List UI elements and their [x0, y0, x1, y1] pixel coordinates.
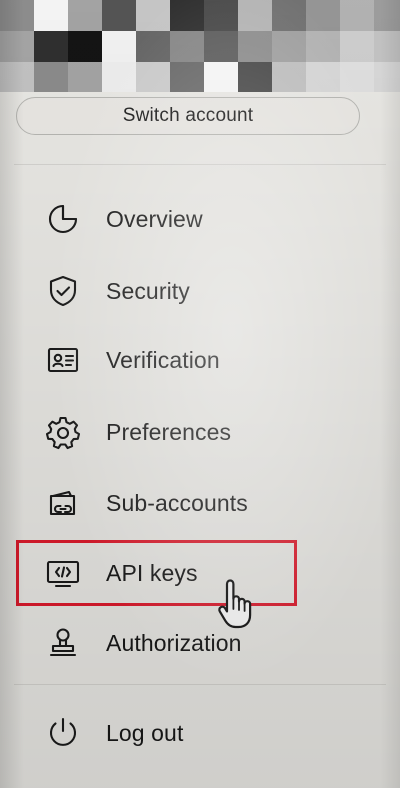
redacted-pixel — [102, 62, 136, 92]
gear-icon — [44, 413, 82, 451]
redacted-pixel — [136, 0, 170, 31]
redacted-pixel — [0, 62, 34, 92]
redacted-pixel — [102, 0, 136, 31]
redacted-pixel — [68, 31, 102, 62]
logout-button[interactable]: Log out — [24, 704, 364, 762]
redacted-pixel — [238, 0, 272, 31]
pointer-hand-icon — [215, 578, 257, 630]
switch-account-button[interactable]: Switch account — [16, 97, 360, 135]
menu-item-label: Authorization — [106, 629, 242, 656]
menu-item-overview[interactable]: Overview — [24, 190, 364, 248]
redacted-pixel — [238, 31, 272, 62]
id-card-icon — [44, 341, 82, 379]
redacted-pixel — [374, 62, 400, 92]
menu-item-label: Sub-accounts — [106, 489, 248, 516]
menu-item-label: Preferences — [106, 418, 232, 445]
redacted-pixel — [204, 31, 238, 62]
redacted-pixel — [34, 0, 68, 31]
api-monitor-icon — [44, 554, 82, 592]
redacted-profile-header — [0, 0, 400, 92]
redacted-pixel — [272, 31, 306, 62]
power-icon — [44, 714, 82, 752]
logout-label: Log out — [106, 719, 184, 746]
pie-chart-icon — [44, 200, 82, 238]
redacted-pixel — [204, 62, 238, 92]
redacted-pixel — [102, 31, 136, 62]
redacted-pixel — [0, 0, 34, 31]
shield-check-icon — [44, 272, 82, 310]
redacted-pixel — [34, 31, 68, 62]
menu-item-security[interactable]: Security — [24, 262, 364, 320]
redacted-pixel — [340, 0, 374, 31]
stamp-icon — [44, 624, 82, 662]
menu-item-label: API keys — [106, 559, 198, 586]
redacted-pixel — [272, 0, 306, 31]
redacted-pixel — [68, 62, 102, 92]
menu-item-api-keys[interactable]: API keys — [24, 544, 364, 602]
redacted-pixel — [238, 62, 272, 92]
redacted-pixel — [272, 62, 306, 92]
redacted-pixel — [340, 31, 374, 62]
redacted-pixel — [136, 62, 170, 92]
redacted-pixel — [340, 62, 374, 92]
menu-item-label: Security — [106, 277, 190, 304]
bottom-divider — [14, 684, 386, 685]
wallet-link-icon — [44, 484, 82, 522]
redacted-pixel — [34, 62, 68, 92]
top-divider — [14, 164, 386, 165]
menu-item-verification[interactable]: Verification — [24, 331, 364, 389]
redacted-pixel — [306, 62, 340, 92]
redacted-pixel — [0, 31, 34, 62]
redacted-pixel — [170, 31, 204, 62]
redacted-pixel — [136, 31, 170, 62]
redacted-pixel — [170, 0, 204, 31]
menu-item-label: Overview — [106, 205, 203, 232]
redacted-pixel — [170, 62, 204, 92]
menu-item-preferences[interactable]: Preferences — [24, 403, 364, 461]
menu-item-label: Verification — [106, 346, 220, 373]
menu-item-sub-accounts[interactable]: Sub-accounts — [24, 474, 364, 532]
redacted-pixel — [374, 0, 400, 31]
redacted-pixel — [306, 31, 340, 62]
redacted-pixel — [306, 0, 340, 31]
redacted-pixel — [374, 31, 400, 62]
redacted-pixel — [68, 0, 102, 31]
redacted-pixel — [204, 0, 238, 31]
menu-item-authorization[interactable]: Authorization — [24, 614, 364, 672]
